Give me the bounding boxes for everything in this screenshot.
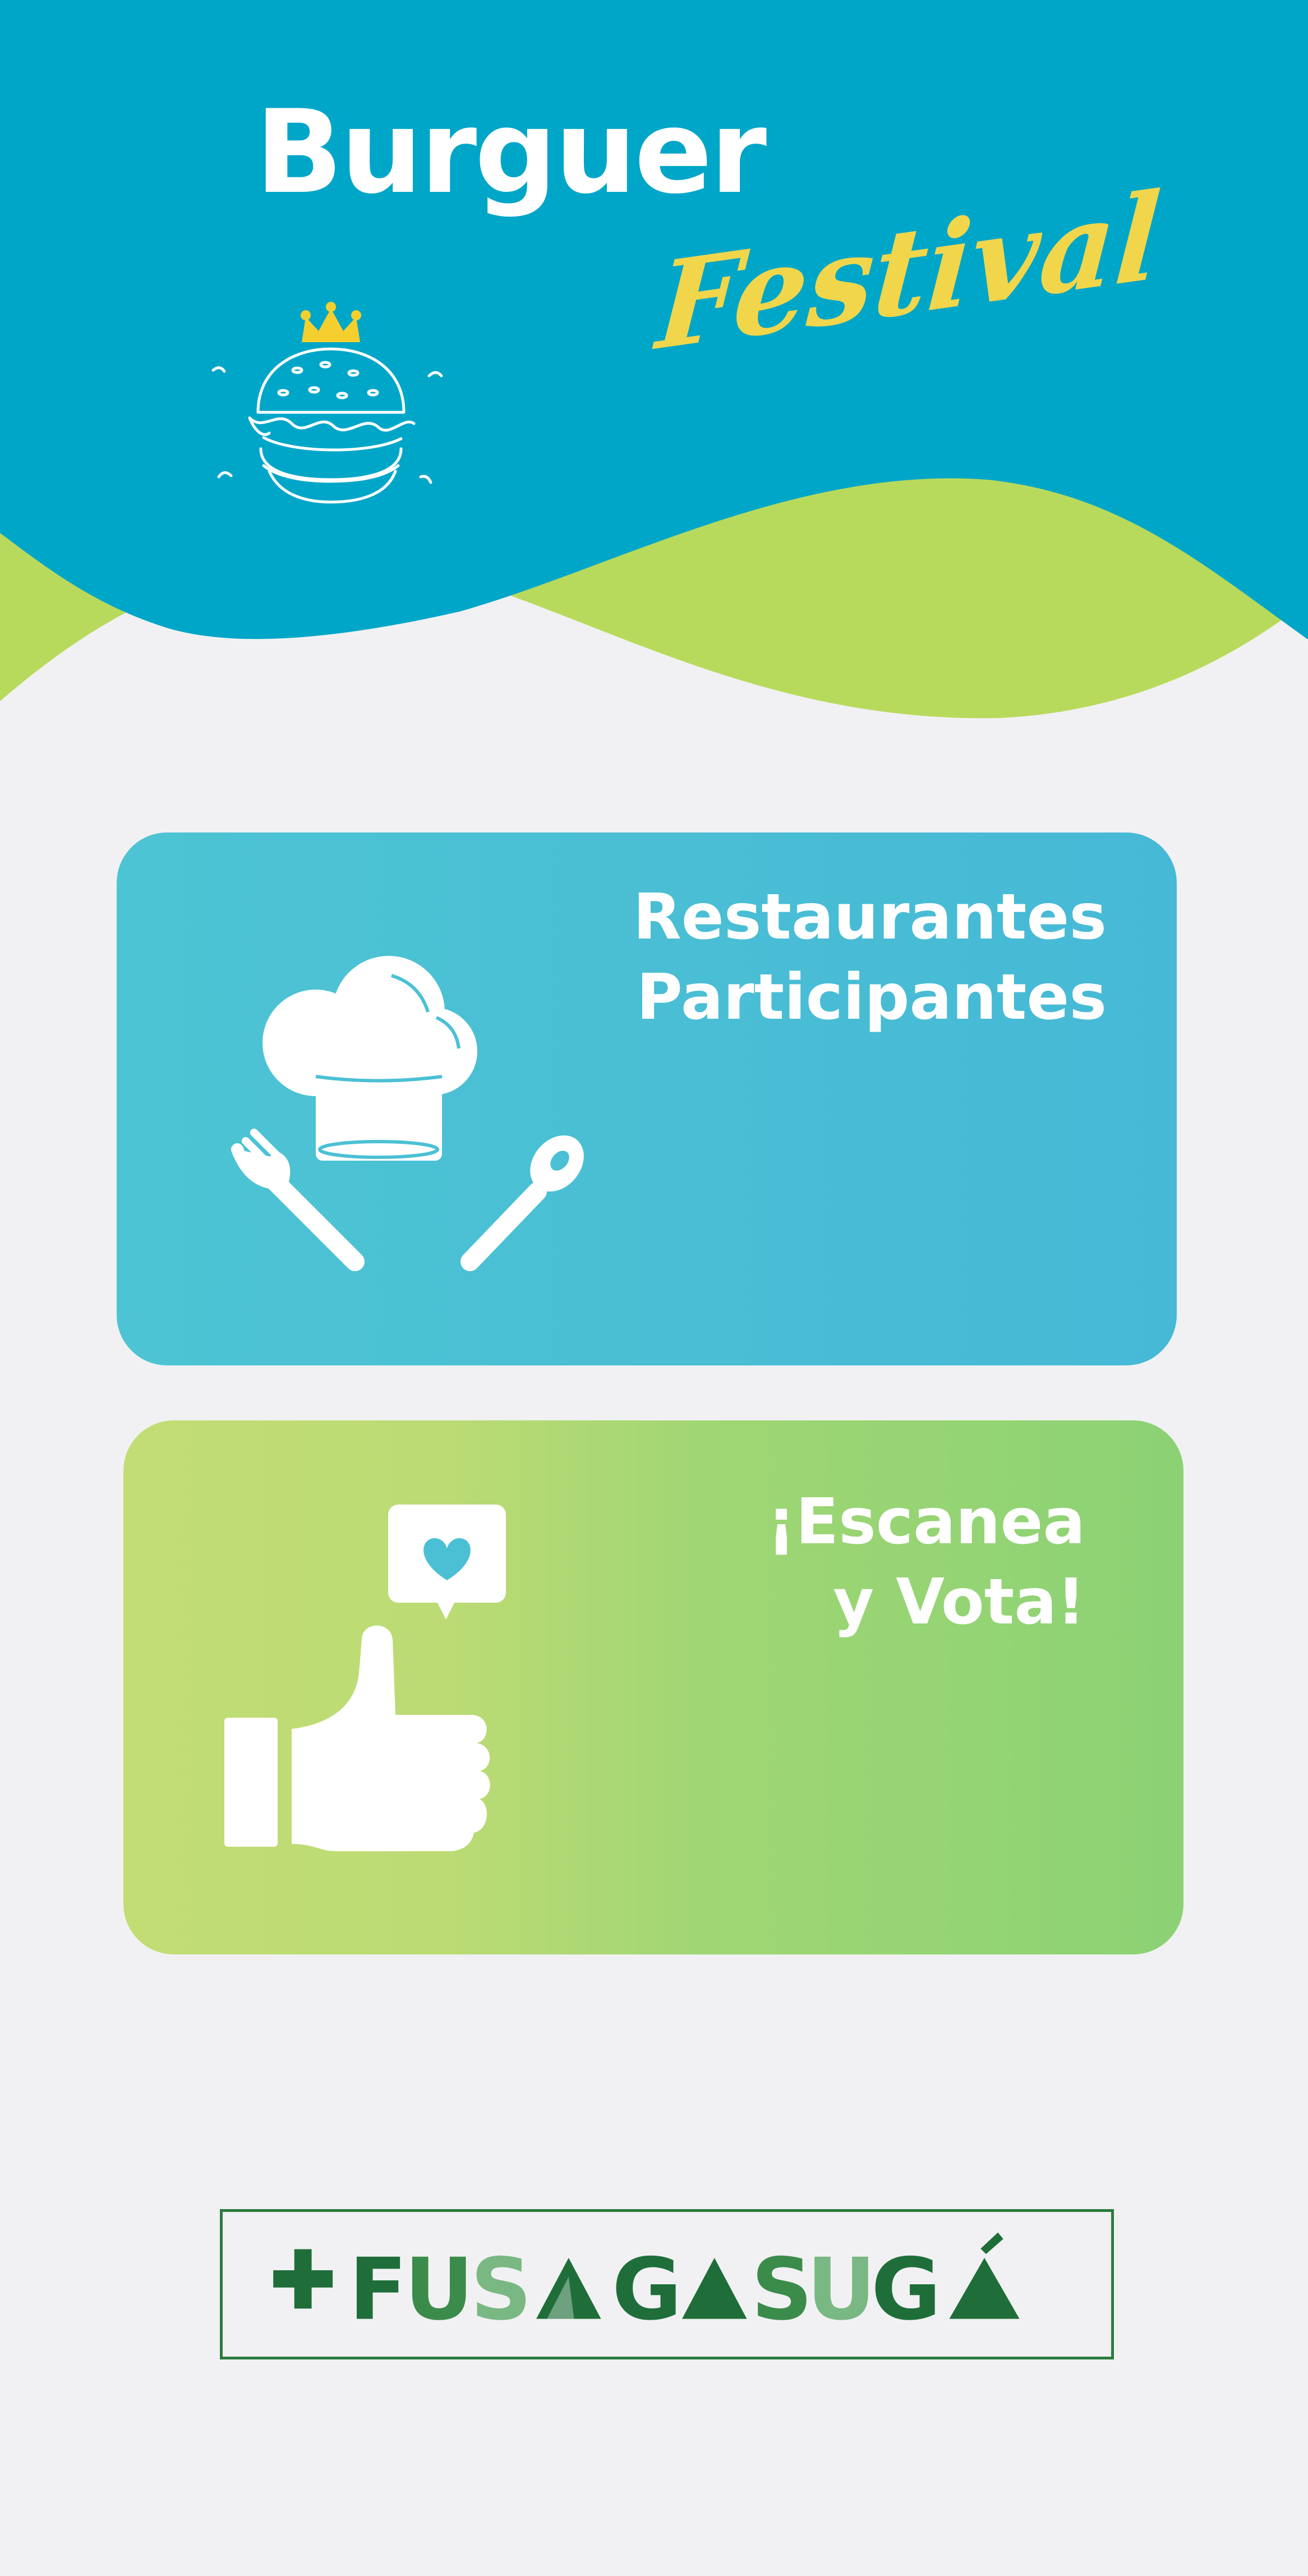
restaurants-title-line1: Restaurantes [633, 881, 1107, 954]
fusagasuga-wordmark: F U S G S U G [273, 2232, 1020, 2339]
restaurants-card-title: Restaurantes Participantes [633, 877, 1107, 1038]
poster: Burguer Festival Restaurantes Participan… [0, 0, 1308, 2576]
svg-text:F: F [349, 2240, 407, 2339]
title-burguer: Burguer [255, 86, 767, 219]
svg-text:S: S [471, 2240, 532, 2339]
thumbs-up-heart-icon [224, 1505, 506, 1851]
svg-text:G: G [612, 2240, 682, 2339]
restaurants-title-line2: Participantes [636, 961, 1107, 1034]
svg-text:S: S [751, 2240, 813, 2339]
chef-hat-fork-spoon-icon [231, 956, 584, 1271]
scan-and-vote-card-button[interactable]: ¡Escanea y Vota! [123, 1420, 1183, 1954]
svg-text:U: U [404, 2240, 474, 2339]
vote-title-line1: ¡Escanea [767, 1485, 1086, 1558]
burger-with-crown-icon [211, 302, 443, 504]
svg-text:U: U [807, 2240, 876, 2339]
restaurants-card-button[interactable]: Restaurantes Participantes [117, 832, 1177, 1365]
svg-text:G: G [871, 2240, 941, 2339]
fusagasuga-logo: F U S G S U G [220, 2209, 1114, 2359]
vote-title-line2: y Vota! [833, 1566, 1085, 1639]
vote-card-title: ¡Escanea y Vota! [767, 1482, 1086, 1643]
